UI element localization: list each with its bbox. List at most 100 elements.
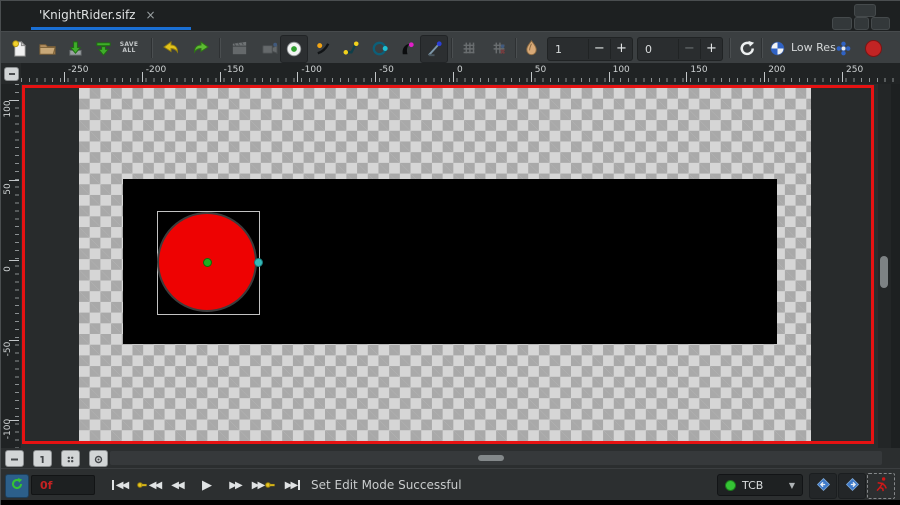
vertical-scrollbar-thumb[interactable] (880, 256, 888, 288)
document-tab[interactable]: 'KnightRider.sifz × (29, 1, 166, 28)
onion-future-button[interactable] (61, 450, 80, 467)
target-icon (94, 449, 103, 468)
ruler-major-tick (608, 72, 610, 82)
dock-handle-icon[interactable] (832, 17, 852, 30)
ruler-major-tick (141, 72, 143, 82)
horizontal-ruler[interactable]: -250 -200 -150 -100 -50 0 50 100 150 200 250 (21, 63, 900, 84)
seek-begin-button[interactable]: ◀◀ (105, 474, 133, 496)
snap-grid-button[interactable] (487, 36, 511, 60)
time-slider-thumb[interactable] (478, 455, 504, 461)
interpolation-linear-button[interactable] (420, 35, 448, 63)
past-keyframe-lock-button[interactable] (809, 473, 837, 499)
dash-icon (10, 449, 19, 468)
interpolation-constant-button[interactable] (395, 36, 419, 60)
origin-handle[interactable] (203, 258, 212, 267)
ruler-major-tick (842, 72, 843, 82)
radius-handle[interactable] (254, 258, 263, 267)
animate-mode-button[interactable] (867, 473, 895, 499)
current-time-field[interactable]: 0f (31, 475, 95, 495)
seek-next-keyframe-button[interactable]: ▶▶ (250, 474, 278, 496)
jack-sync-button[interactable] (5, 474, 29, 498)
tab-bar: 'KnightRider.sifz × (1, 1, 900, 31)
render-preview-button[interactable] (861, 36, 885, 60)
vertical-ruler[interactable]: 100 50 0 -50 -100 (1, 84, 21, 448)
default-interpolation-select[interactable]: TCB ▼ (717, 474, 803, 496)
ruler-label: -100 (301, 65, 322, 75)
ruler-label: 100 (612, 65, 630, 75)
interpolation-ease-icon (314, 39, 333, 58)
timetrack-minus-button[interactable] (5, 450, 24, 467)
ruler-label: 150 (690, 65, 708, 75)
onion-future-value[interactable]: 0 (638, 43, 678, 56)
canvas-workarea[interactable] (21, 84, 878, 448)
interpolation-constant-icon (398, 39, 417, 58)
toolbar-separator (729, 38, 731, 58)
one-icon (38, 449, 47, 468)
play-button[interactable]: ▶ (192, 474, 220, 496)
ruler-label: -50 (3, 341, 13, 357)
grid-snap-icon (490, 39, 508, 57)
interpolation-clamped-icon (342, 39, 361, 58)
next-frame-button[interactable]: ▶▶ (221, 474, 249, 496)
interpolation-tcb-button[interactable] (367, 36, 391, 60)
refresh-button[interactable] (735, 36, 759, 60)
onion-skin-button[interactable] (519, 36, 543, 60)
crosshair-button[interactable] (89, 450, 108, 467)
past-keyframe-lock-icon (815, 476, 832, 497)
ruler-major-tick (530, 72, 532, 82)
new-file-button[interactable] (7, 36, 31, 60)
vertical-scrollbar[interactable] (878, 84, 891, 448)
ruler-major-tick (453, 72, 454, 82)
synfig-window: 'KnightRider.sifz × SAVE ALL 1 − + 0 − +… (0, 0, 900, 505)
save-button[interactable] (63, 36, 87, 60)
ruler-minor-ticks (21, 78, 900, 82)
seek-prev-keyframe-button[interactable]: ◀◀ (134, 474, 162, 496)
onion-future-increase-button[interactable]: + (699, 39, 722, 59)
onion-past-decrease-button[interactable]: − (587, 39, 610, 59)
onion-future-decrease-button[interactable]: − (677, 39, 700, 59)
toolbar-separator (219, 38, 221, 58)
document-tab-title: 'KnightRider.sifz (39, 7, 136, 22)
ruler-major-tick (219, 72, 221, 82)
onion-past-button[interactable] (33, 450, 52, 467)
new-file-icon (10, 39, 29, 58)
future-keyframe-lock-button[interactable] (838, 473, 866, 499)
render-button[interactable] (227, 36, 251, 60)
dock-handle-icon[interactable] (871, 17, 890, 30)
dock-handle-icon[interactable] (854, 4, 876, 17)
ruler-label: -200 (145, 65, 167, 75)
redo-button[interactable] (189, 36, 213, 60)
preview-button[interactable] (257, 36, 281, 60)
save-all-button[interactable]: SAVE ALL (117, 36, 141, 60)
animate-record-button[interactable] (280, 35, 308, 63)
tcb-dot-icon (725, 479, 736, 491)
ruler-label: 250 (846, 65, 864, 75)
background-render-button[interactable] (765, 36, 789, 60)
clapperboard-icon (230, 39, 249, 58)
ruler-label: 50 (3, 183, 13, 195)
onion-past-increase-button[interactable]: + (609, 39, 632, 59)
dock-handle-icon[interactable] (854, 17, 869, 30)
undo-button[interactable] (159, 36, 183, 60)
interpolation-ease-button[interactable] (311, 36, 335, 60)
prev-frame-button[interactable]: ◀◀ (163, 474, 191, 496)
low-res-settings-button[interactable] (831, 36, 855, 60)
onion-past-value[interactable]: 1 (548, 43, 588, 56)
close-icon[interactable]: × (145, 8, 155, 22)
camera-icon (260, 39, 279, 58)
interpolation-clamped-button[interactable] (339, 36, 363, 60)
save-icon (66, 39, 85, 58)
onion-icon (522, 39, 541, 58)
undo-icon (161, 38, 181, 58)
toolbar-separator (515, 38, 517, 58)
ruler-corner-button[interactable] (4, 67, 19, 81)
save-as-button[interactable] (91, 36, 115, 60)
transport-bar: 0f Set Edit Mode Successful TCB ▼ ◀◀ ◀◀ ◀◀… (1, 468, 900, 501)
time-slider[interactable] (110, 451, 882, 465)
open-file-button[interactable] (35, 36, 59, 60)
jack-sync-icon (9, 476, 25, 496)
chevron-down-icon: ▼ (788, 480, 795, 490)
seek-end-button[interactable]: ▶▶ (279, 474, 307, 496)
show-grid-button[interactable] (457, 36, 481, 60)
ruler-label: 100 (3, 100, 13, 118)
